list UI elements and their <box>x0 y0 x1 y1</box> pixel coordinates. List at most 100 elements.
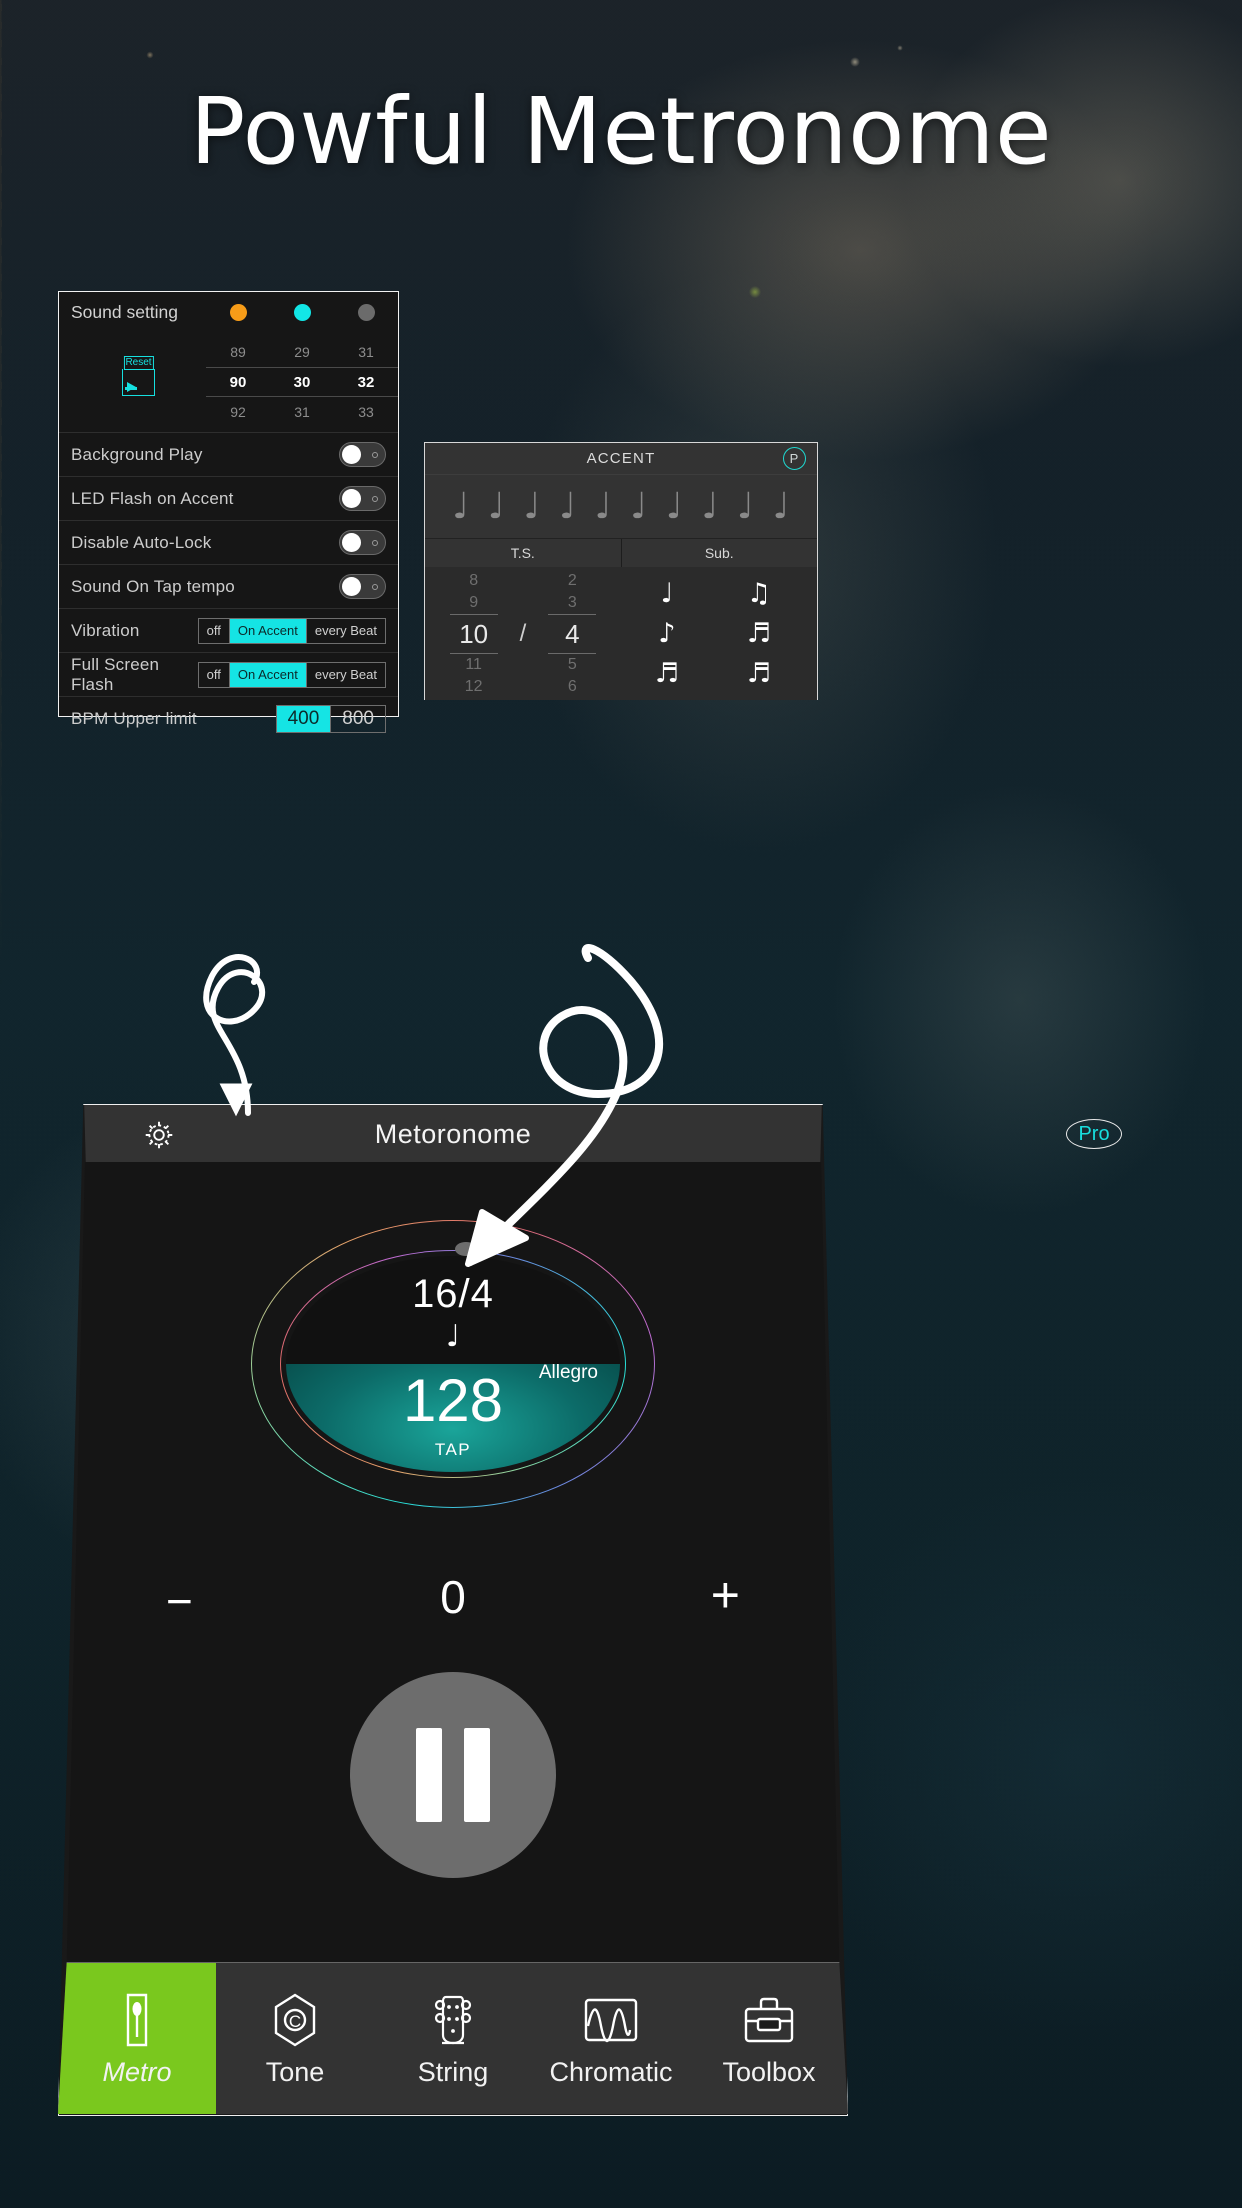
segmented-bpm-upper-limit[interactable]: 400 800 <box>275 704 386 733</box>
tempo-dial[interactable]: 16/4 ♩ 128 Allegro TAP <box>188 1180 718 1580</box>
beat-note-icon[interactable]: ♩ <box>286 1322 620 1352</box>
subdivision-quarter-icon[interactable]: ♩ <box>661 580 674 607</box>
beat-note-icon[interactable]: ♩ <box>728 488 764 525</box>
setting-label: Full Screen Flash <box>71 654 160 694</box>
reset-label: Reset <box>123 355 154 370</box>
setting-row-disable-auto-lock[interactable]: Disable Auto-Lock <box>59 520 398 564</box>
bottom-tab-bar: Metro C Tone String Chromatic Toolbox <box>58 1962 848 2114</box>
dial-inner-face[interactable]: 16/4 ♩ 128 Allegro TAP <box>286 1256 620 1472</box>
beat-note-icon[interactable]: ♩ <box>657 488 693 525</box>
segment-option-every-beat[interactable]: every Beat <box>305 662 385 687</box>
tap-tempo-button[interactable]: TAP <box>286 1440 620 1460</box>
beat-note-icon[interactable]: ♩ <box>621 488 657 525</box>
tab-label: Chromatic <box>549 2057 673 2087</box>
tab-label: String <box>417 2057 489 2087</box>
time-signature-picker[interactable]: 8 9 10 11 12 / 2 3 4 5 6 <box>425 567 621 700</box>
wheel-value-selected: 32 <box>334 367 398 397</box>
accent-dot-cyan[interactable] <box>293 303 311 321</box>
pause-bar-left <box>416 1728 442 1822</box>
sound-wheel-3[interactable]: 31 32 33 <box>334 332 398 432</box>
subdivision-triplet-rest-first-icon[interactable]: ♬ <box>655 660 679 687</box>
segment-option-off[interactable]: off <box>199 619 229 643</box>
setting-row-background-play[interactable]: Background Play <box>59 432 398 476</box>
toggle-disable-auto-lock[interactable] <box>339 530 386 555</box>
gear-icon[interactable] <box>142 1118 176 1152</box>
accent-dot-grey[interactable] <box>357 303 375 321</box>
wheel-value: 31 <box>294 404 310 420</box>
beat-note-icon[interactable]: ♩ <box>550 488 586 525</box>
beat-note-icon[interactable]: ♩ <box>692 488 728 525</box>
setting-row-bpm-upper-limit: BPM Upper limit 400 800 <box>59 696 398 740</box>
setting-row-sound-on-tap[interactable]: Sound On Tap tempo <box>59 564 398 608</box>
segment-option-off[interactable]: off <box>199 663 229 687</box>
segment-option-on-accent[interactable]: On Accent <box>228 662 306 687</box>
segment-option-every-beat[interactable]: every Beat <box>305 618 385 643</box>
numerator-wheel[interactable]: 8 9 10 11 12 <box>449 570 498 698</box>
wheel-value-selected: 30 <box>270 367 334 397</box>
beat-note-icon[interactable]: ♩ <box>763 488 799 525</box>
denominator-value: 2 <box>567 571 577 589</box>
app-header: Metoronome <box>84 1105 822 1163</box>
subdivision-eighth-pair-icon[interactable]: ♫ <box>747 580 771 607</box>
accent-dot-orange[interactable] <box>229 303 247 321</box>
svg-text:C: C <box>289 2012 301 2031</box>
string-icon <box>428 1989 478 2051</box>
setting-label: Sound On Tap tempo <box>71 576 235 596</box>
setting-label: LED Flash on Accent <box>71 488 234 508</box>
time-signature-display[interactable]: 16/4 <box>286 1272 620 1317</box>
denominator-value: 3 <box>567 593 577 611</box>
segmented-vibration[interactable]: off On Accent every Beat <box>197 617 386 644</box>
pro-badge[interactable]: Pro <box>1066 1119 1122 1149</box>
numerator-value: 9 <box>469 593 479 611</box>
segmented-full-screen-flash[interactable]: off On Accent every Beat <box>197 661 386 688</box>
denominator-value-selected: 4 <box>548 613 597 654</box>
setting-label: Disable Auto-Lock <box>71 532 212 552</box>
beat-note-icon[interactable]: ♩ <box>479 488 515 525</box>
sound-wheel-1[interactable]: 89 90 92 <box>206 332 270 432</box>
beat-note-icon[interactable]: ♩ <box>443 488 479 525</box>
tab-chromatic[interactable]: Chromatic <box>532 1963 690 2114</box>
denominator-wheel[interactable]: 2 3 4 5 6 <box>548 570 597 698</box>
pro-badge-icon[interactable]: P <box>783 447 806 470</box>
sound-wheel-2[interactable]: 29 30 31 <box>270 332 334 432</box>
play-pause-button[interactable] <box>350 1672 556 1878</box>
app-screen: 16/4 ♩ 128 Allegro TAP − 0 + <box>66 1162 840 1962</box>
tab-label: Toolbox <box>722 2057 816 2087</box>
sound-setting-label: Sound setting <box>71 301 179 322</box>
reset-button[interactable]: Reset <box>122 355 155 396</box>
beat-note-icon[interactable]: ♩ <box>585 488 621 525</box>
tab-tone[interactable]: C Tone <box>216 1963 374 2114</box>
tab-subdivision[interactable]: Sub. <box>620 539 818 567</box>
wheel-value: 29 <box>294 344 310 360</box>
segment-option-on-accent[interactable]: On Accent <box>228 618 306 643</box>
toggle-background-play[interactable] <box>339 442 386 467</box>
tab-string[interactable]: String <box>374 1963 532 2114</box>
accent-panel-body: 8 9 10 11 12 / 2 3 4 5 6 ♩ ♫ ♪ ♬ ♬ ♬ <box>425 567 817 700</box>
tempo-name-label: Allegro <box>538 1362 598 1383</box>
time-signature-separator: / <box>519 619 527 647</box>
segment-option-800[interactable]: 800 <box>330 705 385 732</box>
tab-time-signature[interactable]: T.S. <box>425 539 621 567</box>
toolbox-icon <box>741 1989 797 2051</box>
toggle-led-flash-on-accent[interactable] <box>339 486 386 511</box>
wheel-value-selected: 90 <box>206 367 270 397</box>
tab-label: Tone <box>265 2057 325 2087</box>
tab-toolbox[interactable]: Toolbox <box>690 1963 848 2114</box>
dial-handle[interactable] <box>455 1242 477 1256</box>
accent-beat-strip[interactable]: ♩ ♩ ♩ ♩ ♩ ♩ ♩ ♩ ♩ ♩ <box>425 474 817 539</box>
tone-icon: C <box>270 1989 320 2051</box>
denominator-value: 5 <box>567 655 577 673</box>
sound-settings-panel: Sound setting Reset 89 90 92 29 30 31 31… <box>58 291 399 733</box>
tab-label: Metro <box>102 2057 172 2087</box>
subdivision-triplet-icon[interactable]: ♬ <box>747 620 771 647</box>
beat-note-icon[interactable]: ♩ <box>514 488 550 525</box>
numerator-value-selected: 10 <box>449 613 498 654</box>
segment-option-400[interactable]: 400 <box>276 705 331 732</box>
tab-metro[interactable]: Metro <box>58 1963 216 2114</box>
increment-button[interactable]: + <box>711 1570 740 1620</box>
subdivision-rest-eighth-icon[interactable]: ♪ <box>658 620 675 647</box>
subdivision-triplet-rest-mid-icon[interactable]: ♬ <box>747 660 771 687</box>
setting-row-led-flash[interactable]: LED Flash on Accent <box>59 476 398 520</box>
page-title: Powful Metronome <box>189 78 1053 185</box>
toggle-sound-on-tap-tempo[interactable] <box>339 574 386 599</box>
